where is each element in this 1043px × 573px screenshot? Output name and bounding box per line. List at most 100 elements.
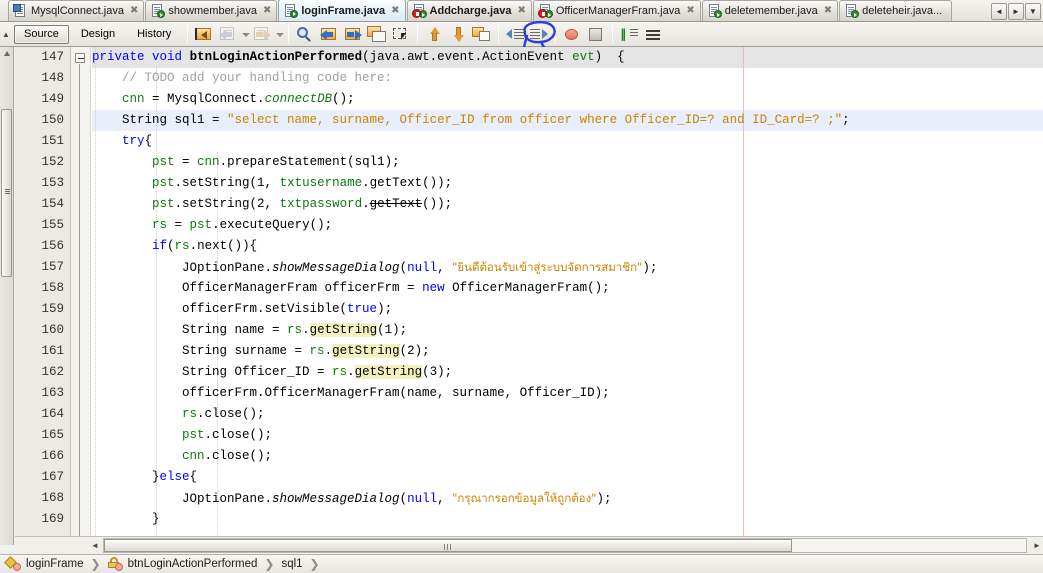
line-number: 153 bbox=[41, 176, 64, 190]
editor-tab-bar: MysqlConnect.java ✖ showmember.java ✖ lo… bbox=[0, 0, 1043, 22]
editor-toolbar: ▲ Source Design History ∥ bbox=[0, 22, 1043, 47]
java-file-icon bbox=[411, 4, 427, 18]
tab-scroll-right-button[interactable]: ► bbox=[1008, 3, 1024, 20]
line-number: 168 bbox=[41, 491, 64, 505]
toolbar-separator bbox=[498, 25, 500, 43]
editor-tab-label: MysqlConnect.java bbox=[31, 5, 124, 17]
code-line-168: JOptionPane.showMessageDialog(null, "กรุ… bbox=[92, 491, 612, 506]
code-line-149: cnn = MysqlConnect.connectDB(); bbox=[122, 92, 355, 106]
java-file-icon bbox=[151, 4, 166, 18]
editor-horizontal-scrollbar[interactable]: ◄ ► bbox=[15, 536, 1043, 553]
forward-dropdown-icon[interactable] bbox=[274, 24, 285, 45]
line-number: 161 bbox=[41, 344, 64, 358]
toggle-bookmark-icon[interactable] bbox=[471, 24, 493, 45]
code-line-159: officerFrm.setVisible(true); bbox=[92, 302, 393, 316]
close-icon[interactable]: ✖ bbox=[517, 6, 525, 16]
close-icon[interactable]: ✖ bbox=[686, 6, 694, 16]
toggle-highlight-icon[interactable] bbox=[366, 24, 388, 45]
fold-collapse-icon[interactable] bbox=[75, 53, 85, 63]
editor-tab-showmember[interactable]: showmember.java ✖ bbox=[145, 0, 278, 21]
find-next-icon[interactable] bbox=[342, 24, 364, 45]
editor-tab-label: OfficerManagerFram.java bbox=[555, 5, 681, 17]
tab-source[interactable]: Source bbox=[14, 24, 69, 44]
line-number: 148 bbox=[41, 71, 64, 85]
comment-icon[interactable]: ∥ bbox=[618, 24, 640, 45]
close-icon[interactable]: ✖ bbox=[391, 5, 399, 16]
line-number: 150 bbox=[41, 113, 64, 127]
close-icon[interactable]: ✖ bbox=[824, 6, 832, 16]
code-line-169: } bbox=[92, 512, 160, 526]
code-line-154: pst.setString(2, txtpassword.getText()); bbox=[152, 197, 453, 211]
last-edit-position-icon[interactable] bbox=[193, 24, 215, 45]
line-number: 165 bbox=[41, 428, 64, 442]
editor-tab-deletemember[interactable]: deletemember.java ✖ bbox=[701, 0, 839, 21]
code-line-152: pst = cnn.prepareStatement(sql1); bbox=[152, 155, 400, 169]
editor-tab-addcharge[interactable]: Addcharge.java ✖ bbox=[406, 0, 532, 21]
editor-tab-label: showmember.java bbox=[168, 5, 257, 17]
line-number: 163 bbox=[41, 386, 64, 400]
back-icon[interactable] bbox=[217, 24, 239, 45]
left-scroll-strip[interactable] bbox=[0, 47, 14, 545]
breadcrumb: loginFrame ❯ btnLoginActionPerformed ❯ s… bbox=[0, 554, 1043, 573]
tab-scroll-left-button[interactable]: ◄ bbox=[991, 3, 1007, 20]
tab-navigation-controls: ◄ ► ▼ bbox=[990, 2, 1043, 21]
toolbar-separator bbox=[612, 25, 614, 43]
line-number: 156 bbox=[41, 239, 64, 253]
java-file-icon bbox=[537, 4, 553, 18]
forward-icon[interactable] bbox=[251, 24, 273, 45]
hscroll-thumb[interactable] bbox=[104, 539, 792, 552]
toolbar-separator bbox=[288, 25, 290, 43]
editor-tab-loginframe[interactable]: loginFrame.java ✖ bbox=[278, 0, 406, 21]
scroll-right-arrow-icon[interactable]: ► bbox=[1029, 538, 1043, 553]
line-number: 159 bbox=[41, 302, 64, 316]
breadcrumb-item-variable[interactable]: sql1 bbox=[281, 558, 302, 570]
view-mode-buttons: Source Design History bbox=[14, 22, 183, 47]
code-line-162: String Officer_ID = rs.getString(3); bbox=[92, 365, 453, 379]
line-number-gutter: 147 148 149 150 151 152 153 154 155 156 … bbox=[15, 47, 71, 536]
line-number: 169 bbox=[41, 512, 64, 526]
line-number: 147 bbox=[41, 50, 64, 64]
close-icon[interactable]: ✖ bbox=[130, 6, 138, 16]
breadcrumb-item-method[interactable]: btnLoginActionPerformed bbox=[107, 557, 257, 571]
tab-history[interactable]: History bbox=[127, 25, 181, 44]
editor-tab-deleteheir[interactable]: deleteheir.java... bbox=[839, 0, 953, 21]
uncomment-icon[interactable] bbox=[642, 24, 664, 45]
toolbar-collapse-icon[interactable]: ▲ bbox=[0, 22, 12, 47]
toggle-breakpoint-icon[interactable] bbox=[561, 24, 583, 45]
breadcrumb-item-class[interactable]: loginFrame bbox=[4, 556, 84, 571]
code-line-167: }else{ bbox=[92, 470, 198, 484]
line-number: 164 bbox=[41, 407, 64, 421]
close-icon[interactable]: ✖ bbox=[263, 6, 271, 16]
netbeans-ide-window: MysqlConnect.java ✖ showmember.java ✖ lo… bbox=[0, 0, 1043, 573]
java-file-icon bbox=[708, 4, 722, 18]
next-bookmark-icon[interactable] bbox=[447, 24, 469, 45]
code-text-area[interactable]: private void btnLoginActionPerformed(jav… bbox=[92, 47, 1043, 536]
code-line-161: String surname = rs.getString(2); bbox=[92, 344, 430, 358]
stop-icon[interactable] bbox=[585, 24, 607, 45]
code-folding-column[interactable] bbox=[71, 47, 91, 536]
left-scrollbar-thumb[interactable] bbox=[1, 109, 12, 277]
code-line-151: try{ bbox=[122, 134, 153, 148]
breadcrumb-separator-icon: ❯ bbox=[264, 557, 275, 571]
line-number: 155 bbox=[41, 218, 64, 232]
code-line-166: cnn.close(); bbox=[182, 449, 273, 463]
java-file-icon bbox=[284, 3, 299, 18]
scroll-left-arrow-icon[interactable]: ◄ bbox=[87, 538, 103, 553]
toggle-rectangular-selection-icon[interactable] bbox=[390, 24, 412, 45]
code-editor[interactable]: 147 148 149 150 151 152 153 154 155 156 … bbox=[15, 47, 1043, 536]
previous-bookmark-icon[interactable] bbox=[423, 24, 445, 45]
code-line-155: rs = pst.executeQuery(); bbox=[152, 218, 333, 232]
scroll-up-icon[interactable] bbox=[4, 51, 10, 56]
tab-list-button[interactable]: ▼ bbox=[1025, 3, 1041, 20]
shift-right-icon[interactable] bbox=[528, 24, 550, 45]
tab-design[interactable]: Design bbox=[71, 25, 125, 44]
code-line-163: officerFrm.OfficerManagerFram(name, surn… bbox=[92, 386, 610, 400]
editor-tab-officermanagerfram[interactable]: OfficerManagerFram.java ✖ bbox=[532, 0, 701, 21]
line-number: 149 bbox=[41, 92, 64, 106]
find-previous-icon[interactable] bbox=[318, 24, 340, 45]
shift-left-icon[interactable] bbox=[504, 24, 526, 45]
editor-tab-mysqlconnect[interactable]: MysqlConnect.java ✖ bbox=[8, 0, 145, 21]
hscroll-track[interactable] bbox=[103, 538, 1027, 553]
back-dropdown-icon[interactable] bbox=[240, 24, 251, 45]
find-selection-icon[interactable] bbox=[294, 24, 316, 45]
